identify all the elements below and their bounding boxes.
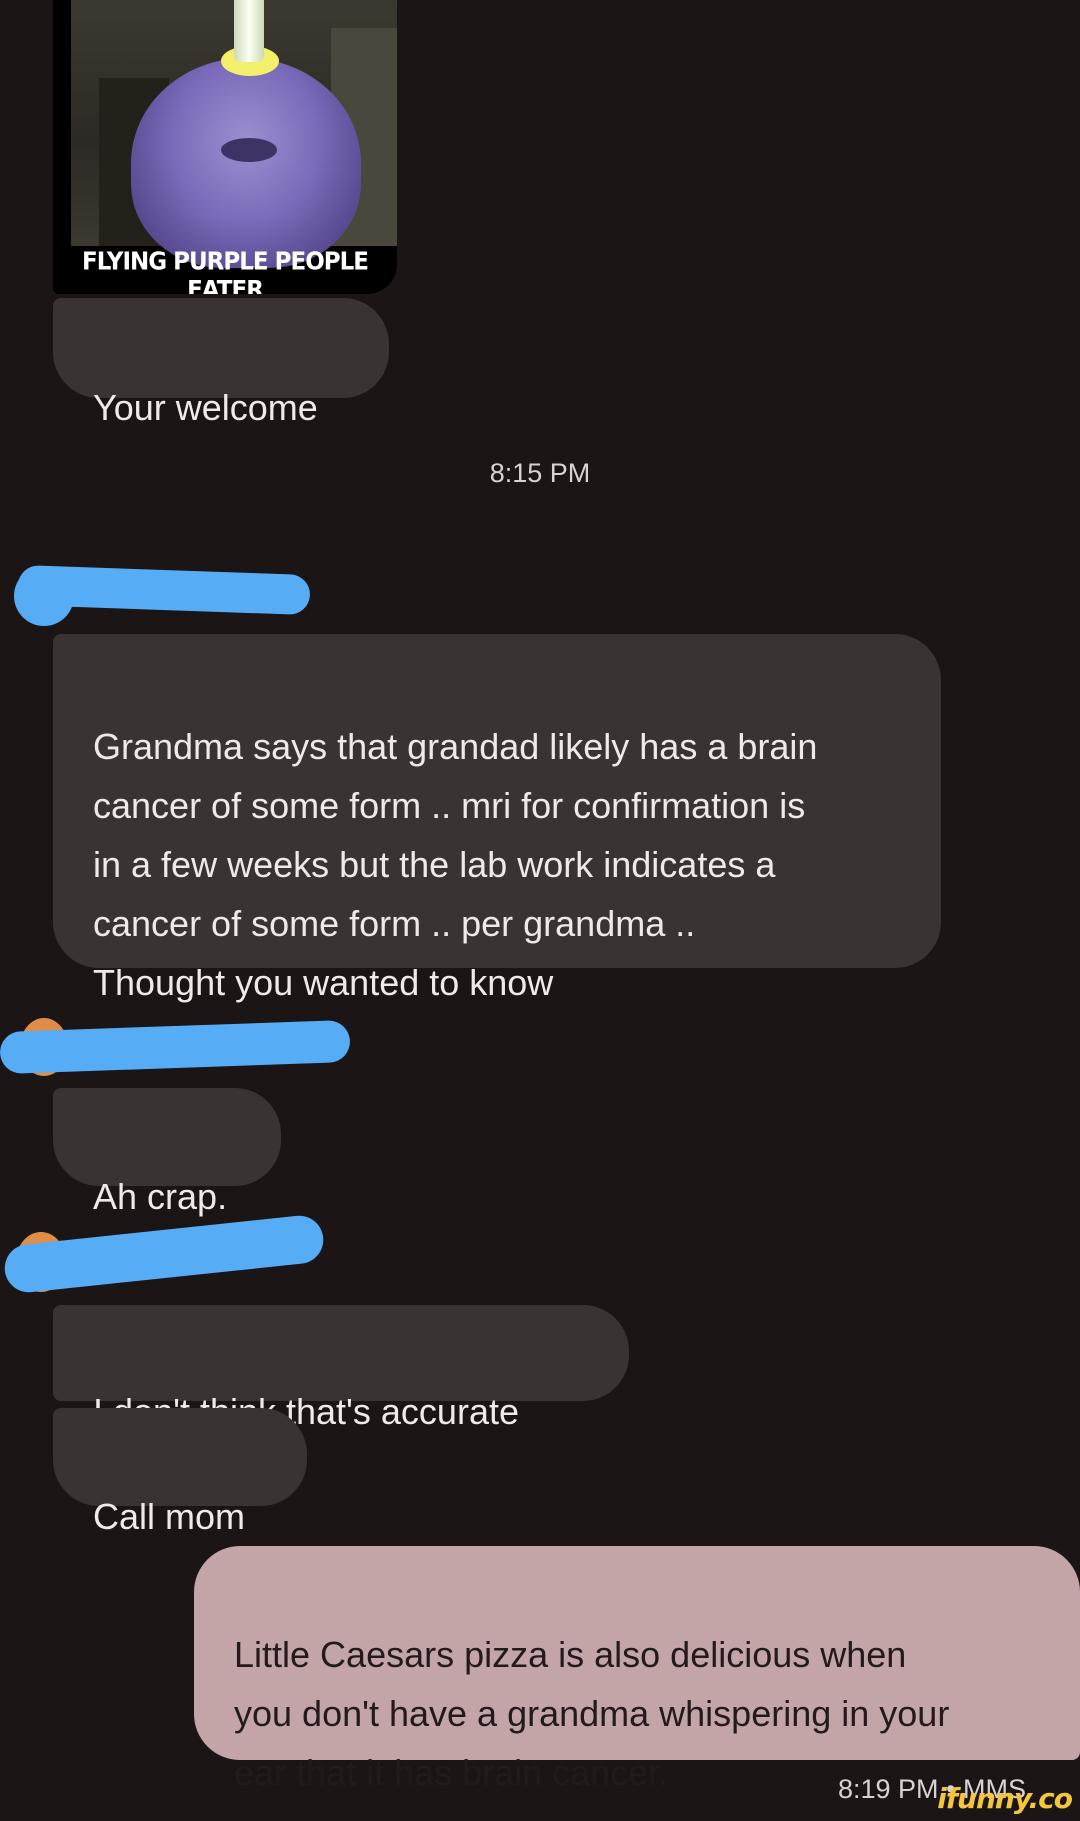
sender-avatar [14,566,74,626]
message-call-mom[interactable]: Call mom [53,1408,307,1537]
message-your-welcome[interactable]: Your welcome [53,298,389,428]
image-caption: FLYING PURPLE PEOPLE EATER [82,247,369,294]
meme-image [71,0,397,268]
message-text: Ah crap. [93,1176,228,1217]
message-text: Call mom [93,1496,246,1537]
message-text: Grandma says that grandad likely has a b… [93,726,818,1003]
purple-creature [131,58,361,268]
message-ah-crap[interactable]: Ah crap. [53,1088,281,1217]
message-text: Little Caesars pizza is also delicious w… [234,1634,950,1793]
creature-mouth [221,138,277,162]
message-text: Your welcome [93,387,318,428]
timestamp-815: 8:15 PM [489,458,591,488]
message-grandma-news[interactable]: Grandma says that grandad likely has a b… [53,634,941,1003]
message-pizza-outgoing[interactable]: Little Caesars pizza is also delicious w… [194,1546,1080,1793]
image-message[interactable]: FLYING PURPLE PEOPLE EATER [53,0,397,294]
watermark-logo: ifunny.co [937,1782,1073,1815]
message-not-accurate[interactable]: I don't think that's accurate [53,1305,629,1432]
creature-horn [234,0,264,62]
